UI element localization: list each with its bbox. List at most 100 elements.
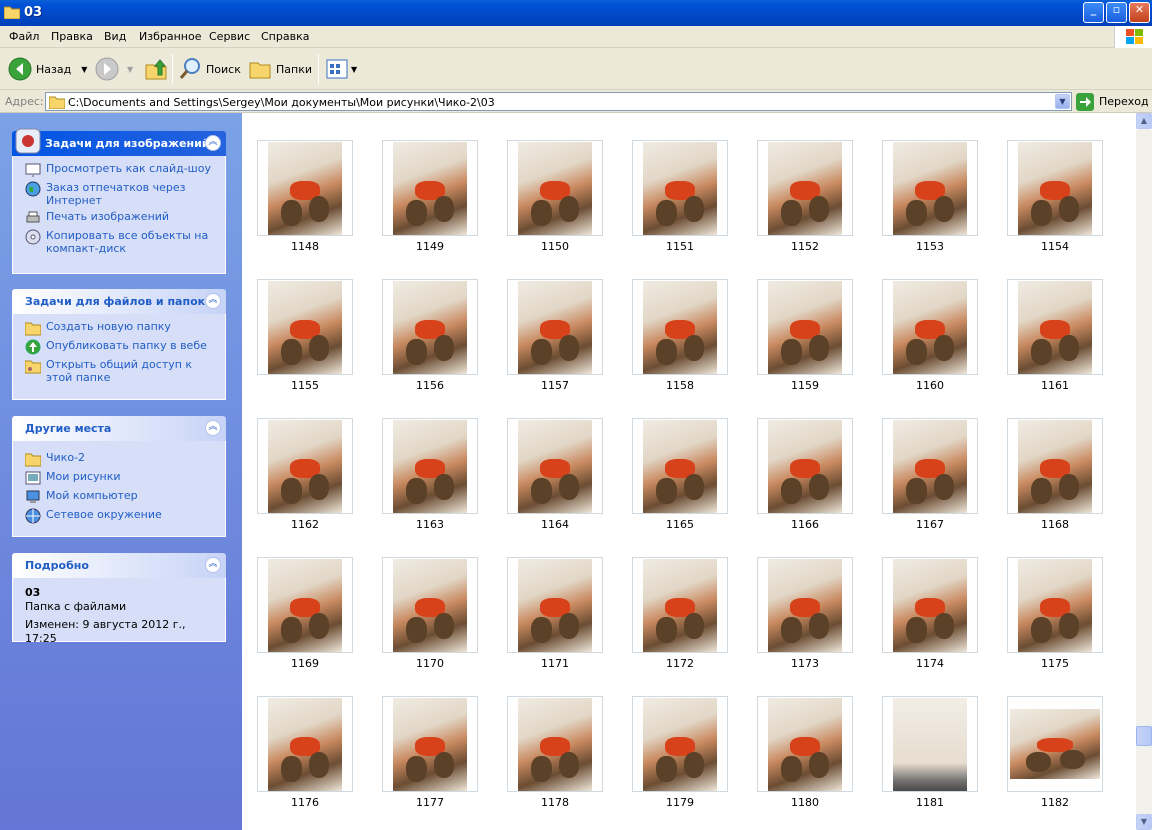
other-places-header[interactable]: Другие места ︽: [12, 416, 226, 441]
image-thumbnail[interactable]: [882, 557, 978, 653]
place-my-pictures[interactable]: Мои рисунки: [25, 470, 217, 486]
image-thumbnail[interactable]: [1007, 418, 1103, 514]
collapse-chevron-icon[interactable]: ︽: [205, 135, 221, 151]
image-thumbnail[interactable]: [382, 279, 478, 375]
title-bar[interactable]: 03 _ ▫ ✕: [0, 0, 1152, 26]
file-name-label[interactable]: 1163: [382, 518, 478, 531]
file-name-label[interactable]: 1166: [757, 518, 853, 531]
menu-file[interactable]: Файл: [9, 30, 39, 43]
image-thumbnail[interactable]: [1007, 557, 1103, 653]
file-name-label[interactable]: 1167: [882, 518, 978, 531]
new-folder-link[interactable]: Создать новую папку: [25, 320, 217, 336]
maximize-button[interactable]: ▫: [1106, 2, 1127, 23]
image-thumbnail[interactable]: [382, 696, 478, 792]
image-thumbnail[interactable]: [507, 418, 603, 514]
file-name-label[interactable]: 1161: [1007, 379, 1103, 392]
file-name-label[interactable]: 1154: [1007, 240, 1103, 253]
image-thumbnail[interactable]: [882, 696, 978, 792]
file-name-label[interactable]: 1152: [757, 240, 853, 253]
file-name-label[interactable]: 1181: [882, 796, 978, 809]
go-button[interactable]: Переход: [1076, 92, 1149, 111]
file-name-label[interactable]: 1182: [1007, 796, 1103, 809]
image-thumbnail[interactable]: [882, 418, 978, 514]
forward-dropdown-icon[interactable]: ▼: [127, 65, 133, 74]
file-name-label[interactable]: 1180: [757, 796, 853, 809]
image-thumbnail[interactable]: [257, 696, 353, 792]
file-name-label[interactable]: 1155: [257, 379, 353, 392]
file-name-label[interactable]: 1160: [882, 379, 978, 392]
details-header[interactable]: Подробно ︽: [12, 553, 226, 578]
file-name-label[interactable]: 1174: [882, 657, 978, 670]
place-network[interactable]: Сетевое окружение: [25, 508, 217, 524]
file-name-label[interactable]: 1162: [257, 518, 353, 531]
scroll-down-button[interactable]: ▼: [1136, 814, 1152, 830]
file-tasks-header[interactable]: Задачи для файлов и папок ︽: [12, 289, 226, 314]
file-name-label[interactable]: 1165: [632, 518, 728, 531]
image-thumbnail[interactable]: [382, 140, 478, 236]
folders-button[interactable]: Папки: [248, 55, 312, 83]
address-input[interactable]: C:\Documents and Settings\Sergey\Мои док…: [45, 92, 1072, 111]
file-name-label[interactable]: 1176: [257, 796, 353, 809]
views-dropdown-icon[interactable]: ▼: [351, 65, 357, 74]
file-name-label[interactable]: 1164: [507, 518, 603, 531]
forward-button[interactable]: ▼: [95, 55, 133, 83]
collapse-chevron-icon[interactable]: ︽: [205, 557, 221, 573]
collapse-chevron-icon[interactable]: ︽: [205, 293, 221, 309]
menu-tools[interactable]: Сервис: [209, 30, 250, 43]
image-thumbnail[interactable]: [257, 140, 353, 236]
file-name-label[interactable]: 1156: [382, 379, 478, 392]
publish-web-link[interactable]: Опубликовать папку в вебе: [25, 339, 217, 355]
scroll-thumb[interactable]: [1136, 726, 1152, 746]
image-thumbnail[interactable]: [882, 140, 978, 236]
image-thumbnail[interactable]: [632, 140, 728, 236]
file-name-label[interactable]: 1153: [882, 240, 978, 253]
address-dropdown-button[interactable]: ▼: [1055, 94, 1070, 109]
close-button[interactable]: ✕: [1129, 2, 1150, 23]
up-folder-button[interactable]: [144, 55, 168, 83]
share-folder-link[interactable]: Открыть общий доступ к этой папке: [25, 358, 217, 384]
image-thumbnail[interactable]: [257, 557, 353, 653]
image-thumbnail[interactable]: [382, 557, 478, 653]
image-thumbnail[interactable]: [757, 140, 853, 236]
search-button[interactable]: Поиск: [178, 55, 241, 83]
image-thumbnail[interactable]: [632, 418, 728, 514]
image-thumbnail[interactable]: [882, 279, 978, 375]
slideshow-link[interactable]: Просмотреть как слайд-шоу: [25, 162, 217, 178]
file-name-label[interactable]: 1171: [507, 657, 603, 670]
file-name-label[interactable]: 1170: [382, 657, 478, 670]
file-name-label[interactable]: 1159: [757, 379, 853, 392]
file-name-label[interactable]: 1169: [257, 657, 353, 670]
file-name-label[interactable]: 1149: [382, 240, 478, 253]
collapse-chevron-icon[interactable]: ︽: [205, 420, 221, 436]
file-name-label[interactable]: 1157: [507, 379, 603, 392]
back-dropdown-icon[interactable]: ▼: [81, 65, 87, 74]
place-my-computer[interactable]: Мой компьютер: [25, 489, 217, 505]
views-button[interactable]: ▼: [326, 55, 357, 83]
image-thumbnail[interactable]: [1007, 140, 1103, 236]
scroll-up-button[interactable]: ▲: [1136, 113, 1152, 129]
order-prints-link[interactable]: Заказ отпечатков через Интернет: [25, 181, 217, 207]
menu-help[interactable]: Справка: [261, 30, 309, 43]
file-name-label[interactable]: 1178: [507, 796, 603, 809]
copy-to-cd-link[interactable]: Копировать все объекты на компакт-диск: [25, 229, 217, 255]
image-thumbnail[interactable]: [757, 418, 853, 514]
image-thumbnail[interactable]: [1007, 279, 1103, 375]
file-name-label[interactable]: 1151: [632, 240, 728, 253]
file-name-label[interactable]: 1179: [632, 796, 728, 809]
file-name-label[interactable]: 1173: [757, 657, 853, 670]
image-thumbnail[interactable]: [257, 418, 353, 514]
image-thumbnail[interactable]: [632, 557, 728, 653]
image-thumbnail[interactable]: [257, 279, 353, 375]
image-thumbnail[interactable]: [507, 557, 603, 653]
file-name-label[interactable]: 1150: [507, 240, 603, 253]
image-thumbnail[interactable]: [632, 696, 728, 792]
menu-edit[interactable]: Правка: [51, 30, 93, 43]
file-name-label[interactable]: 1175: [1007, 657, 1103, 670]
file-name-label[interactable]: 1148: [257, 240, 353, 253]
menu-view[interactable]: Вид: [104, 30, 126, 43]
image-thumbnail[interactable]: [632, 279, 728, 375]
image-thumbnail[interactable]: [382, 418, 478, 514]
vertical-scrollbar[interactable]: ▲ ▼: [1136, 113, 1152, 830]
file-name-label[interactable]: 1168: [1007, 518, 1103, 531]
image-thumbnail[interactable]: [507, 696, 603, 792]
